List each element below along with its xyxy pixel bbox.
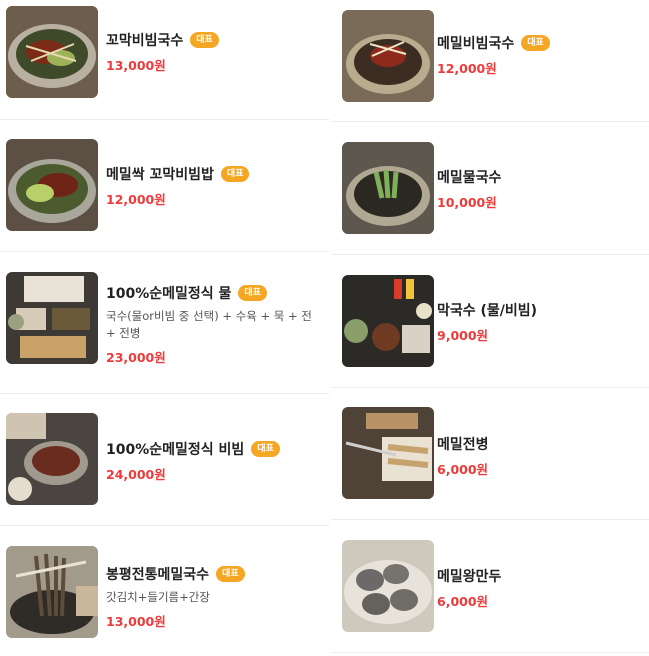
menu-info: 메밀왕만두 6,000원 xyxy=(437,566,641,610)
menu-price: 9,000원 xyxy=(437,328,489,343)
signature-badge: 대표 xyxy=(216,566,245,582)
signature-badge: 대표 xyxy=(521,35,550,51)
menu-price: 12,000원 xyxy=(106,192,166,207)
menu-info: 메밀물국수 10,000원 xyxy=(437,167,641,211)
menu-name: 꼬막비빔국수 xyxy=(106,33,184,49)
menu-item-buckwheat-crepe[interactable]: 메밀전병 6,000원 xyxy=(331,388,649,520)
menu-photo xyxy=(342,10,434,102)
signature-badge: 대표 xyxy=(190,32,219,48)
menu-name: 메밀전병 xyxy=(437,437,489,453)
menu-info: 메밀전병 6,000원 xyxy=(437,434,641,478)
menu-info: 메밀비빔국수 대표 12,000원 xyxy=(437,33,641,77)
menu-info: 봉평전통메밀국수 대표 갓김치+들기름+간장 13,000원 xyxy=(106,564,321,630)
menu-photo xyxy=(342,540,434,632)
menu-price: 6,000원 xyxy=(437,462,489,477)
menu-photo xyxy=(342,142,434,234)
menu-description: 국수(물or비빔 중 선택) + 수육 + 묵 + 전 + 전병 xyxy=(106,309,312,340)
menu-price: 13,000원 xyxy=(106,58,166,73)
signature-badge: 대표 xyxy=(238,285,267,301)
menu-price: 13,000원 xyxy=(106,614,166,629)
menu-name: 메밀싹 꼬막비빔밥 xyxy=(106,167,214,183)
menu-item-bibim-noodles-cockle[interactable]: 꼬막비빔국수 대표 13,000원 xyxy=(0,0,329,120)
menu-photo xyxy=(6,272,98,364)
menu-name: 메밀물국수 xyxy=(437,170,502,186)
signature-badge: 대표 xyxy=(220,166,250,182)
menu-item-buckwheat-dumplings[interactable]: 메밀왕만두 6,000원 xyxy=(331,520,649,653)
menu-name: 막국수 (물/비빔) xyxy=(437,303,538,319)
menu-photo xyxy=(6,6,98,98)
menu-name: 100%순메밀정식 물 xyxy=(106,286,232,302)
menu-photo xyxy=(6,546,98,638)
menu-item-buckwheat-set-cold[interactable]: 100%순메밀정식 물 대표 국수(물or비빔 중 선택) + 수육 + 묵 +… xyxy=(0,252,329,394)
menu-price: 6,000원 xyxy=(437,594,489,609)
menu-price: 12,000원 xyxy=(437,61,497,76)
menu-photo xyxy=(342,275,434,367)
menu-price: 24,000원 xyxy=(106,467,166,482)
menu-price: 23,000원 xyxy=(106,350,166,365)
menu-info: 100%순메밀정식 물 대표 국수(물or비빔 중 선택) + 수육 + 묵 +… xyxy=(106,283,321,366)
signature-badge: 대표 xyxy=(251,441,280,457)
menu-photo xyxy=(6,139,98,231)
menu-info: 막국수 (물/비빔) 9,000원 xyxy=(437,300,641,344)
menu-item-makguksu[interactable]: 막국수 (물/비빔) 9,000원 xyxy=(331,255,649,388)
menu-item-bongpyeong-noodles[interactable]: 봉평전통메밀국수 대표 갓김치+들기름+간장 13,000원 xyxy=(0,526,329,656)
menu-name: 봉평전통메밀국수 xyxy=(106,567,210,583)
menu-name: 100%순메밀정식 비빔 xyxy=(106,442,245,458)
menu-item-buckwheat-cold-noodles[interactable]: 메밀물국수 10,000원 xyxy=(331,122,649,255)
menu-photo xyxy=(342,407,434,499)
menu-item-buckwheat-set-bibim[interactable]: 100%순메밀정식 비빔 대표 24,000원 xyxy=(0,394,329,526)
menu-info: 꼬막비빔국수 대표 13,000원 xyxy=(106,30,321,74)
menu-price: 10,000원 xyxy=(437,195,497,210)
menu-info: 100%순메밀정식 비빔 대표 24,000원 xyxy=(106,439,321,483)
menu-description: 갓김치+들기름+간장 xyxy=(106,590,210,604)
menu-item-buckwheat-bibim-noodles[interactable]: 메밀비빔국수 대표 12,000원 xyxy=(331,0,649,122)
menu-photo xyxy=(6,413,98,505)
menu-name: 메밀비빔국수 xyxy=(437,36,515,52)
menu-item-cockle-bibimbap[interactable]: 메밀싹 꼬막비빔밥 대표 12,000원 xyxy=(0,120,329,252)
menu-info: 메밀싹 꼬막비빔밥 대표 12,000원 xyxy=(106,164,321,208)
menu-name: 메밀왕만두 xyxy=(437,569,502,585)
